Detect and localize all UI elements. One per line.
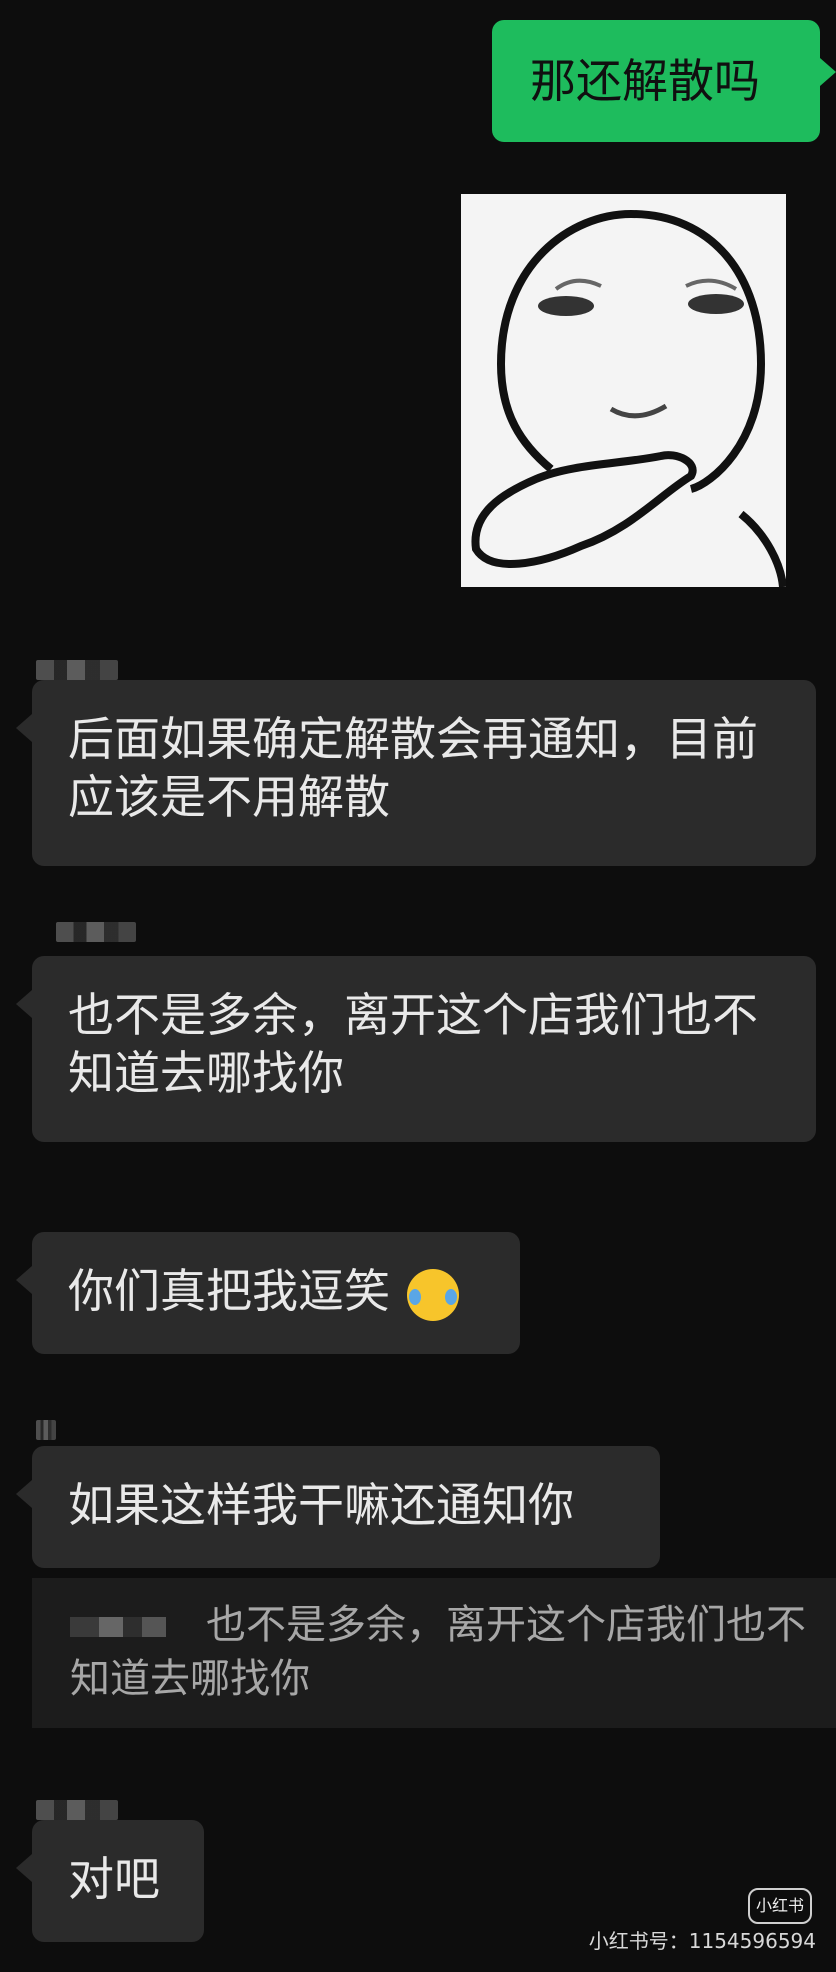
incoming-message-text: 也不是多余，离开这个店我们也不知道去哪找你 xyxy=(68,988,758,1100)
outgoing-message-bubble[interactable]: 那还解散吗 xyxy=(492,20,836,142)
quoted-sender-name-blurred xyxy=(70,1617,166,1637)
incoming-message-bubble[interactable]: 你们真把我逗笑 xyxy=(16,1232,520,1354)
sender-name-blurred xyxy=(36,1800,118,1820)
sender-name-blurred xyxy=(36,660,118,680)
incoming-message-text: 你们真把我逗笑 xyxy=(68,1264,390,1318)
quoted-reply-text: 也不是多余，离开这个店我们也不知道去哪找你 xyxy=(70,1602,806,1702)
incoming-message-bubble[interactable]: 也不是多余，离开这个店我们也不知道去哪找你 xyxy=(16,956,816,1142)
xiaohongshu-logo: 小红书 xyxy=(748,1888,812,1924)
thinking-face-sticker-icon[interactable] xyxy=(461,194,787,588)
laugh-cry-emoji-icon xyxy=(406,1268,459,1321)
incoming-message-bubble[interactable]: 如果这样我干嘛还通知你 xyxy=(16,1446,660,1568)
watermark-id: 小红书号：1154596594 xyxy=(588,1929,816,1953)
incoming-message-text: 后面如果确定解散会再通知，目前应该是不用解散 xyxy=(68,712,758,824)
outgoing-message-text: 那还解散吗 xyxy=(530,54,760,108)
incoming-message-bubble[interactable]: 后面如果确定解散会再通知，目前应该是不用解散 xyxy=(16,680,816,866)
incoming-message-text: 如果这样我干嘛还通知你 xyxy=(68,1478,574,1532)
quoted-reply[interactable]: 也不是多余，离开这个店我们也不知道去哪找你 xyxy=(32,1578,836,1728)
sender-name-blurred xyxy=(36,1420,56,1440)
sender-name-blurred xyxy=(56,922,136,942)
incoming-message-text: 对吧 xyxy=(68,1852,160,1906)
incoming-message-bubble[interactable]: 对吧 xyxy=(16,1820,204,1942)
